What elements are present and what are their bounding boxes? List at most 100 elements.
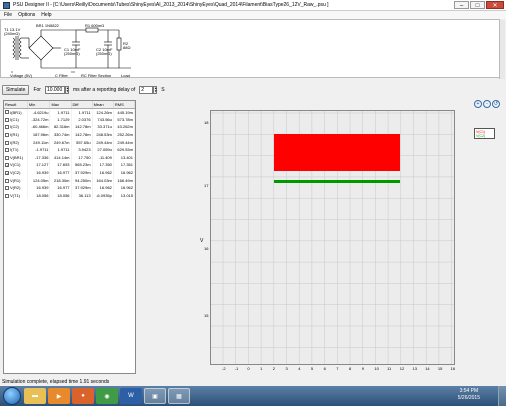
delay-spinner[interactable]: ▲ ▼ <box>153 86 158 94</box>
result-name-cell[interactable]: I(T1) <box>4 145 28 154</box>
result-checkbox[interactable] <box>5 155 9 160</box>
result-mean-cell: 17.350 <box>92 161 114 169</box>
series-vc1 <box>274 134 400 171</box>
chrome-icon[interactable]: ◉ <box>96 388 118 404</box>
result-diff-cell: 36.113 <box>71 191 93 200</box>
table-row[interactable]: I(C2) -60.466m 82.316m 142.78m 33.371u 43.262… <box>4 123 136 131</box>
result-checkbox[interactable] <box>5 148 9 153</box>
table-row[interactable]: V(R2) 16.939 16.977 37.929m 16.962 16.962 <box>4 183 136 192</box>
result-max-cell: 18.056 <box>49 191 72 200</box>
minimize-button[interactable]: – <box>454 1 469 9</box>
x-tick-label: 10 <box>374 366 379 371</box>
result-name-cell[interactable]: I(C1) <box>4 115 28 124</box>
explorer-folder-icon[interactable]: ▬ <box>24 388 46 404</box>
table-row[interactable]: V(BR1) -17.336 414.14m 17.750 -11.409 13.401 <box>4 153 136 162</box>
r1-label: R1 600mΩ <box>85 23 105 28</box>
firefox-icon[interactable]: ● <box>72 388 94 404</box>
result-diff-cell: 17.750 <box>71 153 93 162</box>
schematic-scrollbar[interactable] <box>499 20 505 79</box>
media-player-icon[interactable]: ▶ <box>48 388 70 404</box>
section-load: Load <box>121 73 130 78</box>
result-rms-cell: 629.53m <box>113 145 136 154</box>
result-rms-cell: 13.015 <box>113 191 136 200</box>
col-result[interactable]: Result <box>4 101 28 109</box>
simulate-button[interactable]: Simulate <box>2 85 30 95</box>
result-checkbox[interactable]: ✓ <box>5 163 9 168</box>
result-mean-cell: 27.059u <box>92 145 114 154</box>
zoom-in-icon[interactable]: + <box>474 100 482 108</box>
table-row[interactable]: I(C1) -324.72m 1.7129 2.0376 743.56u 573.78m <box>4 115 136 124</box>
result-min-cell: -4.6219u <box>27 108 51 116</box>
word-icon[interactable]: W <box>120 388 142 404</box>
maximize-button[interactable]: □ <box>470 1 485 9</box>
table-row[interactable]: V(T1) 18.056 18.056 36.113 -6.0935p 13.015 <box>4 191 136 200</box>
delay-input[interactable] <box>139 86 154 94</box>
table-row[interactable]: I(R2) 249.11m 249.67m 557.65u 249.44m 249.44m <box>4 138 136 146</box>
result-checkbox[interactable] <box>5 110 9 115</box>
clock[interactable]: 3:54 PM 5/26/2015 <box>458 388 480 402</box>
zoom-reset-icon[interactable]: ↺ <box>492 100 500 108</box>
show-desktop-button[interactable] <box>498 386 506 406</box>
y-tick-label: 18 <box>204 120 209 125</box>
col-max[interactable]: Max <box>49 101 72 109</box>
menu-help[interactable]: Help <box>41 12 51 18</box>
close-button[interactable]: ✕ <box>486 1 504 9</box>
result-name-cell[interactable]: I(R2) <box>4 138 28 146</box>
result-max-cell: 1.7129 <box>49 115 72 124</box>
result-name: I(BR1) <box>10 109 22 115</box>
result-name: V(T1) <box>10 192 20 198</box>
table-row[interactable]: ✓V(C1) 17.127 17.693 565.23m 17.350 17.351 <box>4 161 136 169</box>
col-min[interactable]: Min <box>27 101 51 109</box>
plot-area[interactable] <box>210 110 455 365</box>
table-row[interactable]: I(T1) -1.9711 1.9711 3.9423 27.059u 629.53m <box>4 145 136 154</box>
c2-esr: (250mΩ) <box>96 51 112 56</box>
result-checkbox[interactable]: ✓ <box>5 170 9 175</box>
results-table-panel: Result Min Max Diff Mean RMS I(BR1) -4.62… <box>3 100 136 374</box>
col-diff[interactable]: Diff <box>71 101 93 109</box>
result-rms-cell: 16.962 <box>113 168 136 177</box>
result-name-cell[interactable]: V(BR1) <box>4 153 28 162</box>
table-row[interactable]: ✓V(C2) 16.939 16.977 37.929m 16.962 16.962 <box>4 168 136 177</box>
schematic-panel[interactable]: T1 13.1V (240mΩ) BR1 1N5822 R1 600mΩ C1 … <box>0 19 505 79</box>
result-name-cell[interactable]: ✓V(C1) <box>4 161 28 169</box>
result-mean-cell: 743.56u <box>92 115 114 124</box>
result-name-cell[interactable]: I(R1) <box>4 130 28 139</box>
result-checkbox[interactable] <box>5 125 9 130</box>
result-name-cell[interactable]: I(C2) <box>4 123 28 131</box>
result-min-cell: 16.939 <box>27 168 51 177</box>
zoom-out-icon[interactable]: - <box>483 100 491 108</box>
result-diff-cell: 142.78m <box>71 130 93 139</box>
result-name-cell[interactable]: V(T1) <box>4 191 28 200</box>
results-table: Result Min Max Diff Mean RMS I(BR1) -4.62… <box>4 101 136 200</box>
menu-options[interactable]: Options <box>18 12 35 18</box>
x-tick-label: 4 <box>298 366 301 371</box>
result-checkbox[interactable] <box>5 133 9 138</box>
col-rms[interactable]: RMS <box>113 101 136 109</box>
psu-designer-task-icon[interactable]: ▦ <box>168 388 190 404</box>
col-mean[interactable]: Mean <box>92 101 114 109</box>
start-button[interactable] <box>3 387 21 405</box>
result-name-cell[interactable]: V(R1) <box>4 176 28 184</box>
app-icon-task[interactable]: ▣ <box>144 388 166 404</box>
seconds-label: S <box>161 87 165 93</box>
result-checkbox[interactable] <box>5 117 9 122</box>
table-row[interactable]: V(R1) 124.05m 218.30m 94.250m 164.03m 166.49m <box>4 176 136 184</box>
menu-file[interactable]: File <box>4 12 12 18</box>
result-diff-cell: 142.78m <box>71 123 93 131</box>
result-checkbox[interactable] <box>5 186 9 191</box>
table-row[interactable]: I(R1) 187.96m 330.74m 142.78m 248.53m 252.26m <box>4 130 136 139</box>
result-checkbox[interactable] <box>5 140 9 145</box>
result-name-cell[interactable]: I(BR1) <box>4 108 28 116</box>
table-row[interactable]: I(BR1) -4.6219u 1.9711 1.9711 124.26m 445.19m <box>4 108 136 116</box>
x-tick-label: 9 <box>361 366 364 371</box>
result-name-cell[interactable]: ✓V(C2) <box>4 168 28 177</box>
result-checkbox[interactable] <box>5 193 9 198</box>
x-tick-label: 15 <box>437 366 443 371</box>
result-name-cell[interactable]: V(R2) <box>4 183 28 192</box>
result-rms-cell: 17.351 <box>113 161 136 169</box>
section-voltage: Voltage (5V) <box>10 73 33 78</box>
duration-spinner[interactable]: ▲ ▼ <box>64 86 69 94</box>
result-checkbox[interactable] <box>5 178 9 183</box>
duration-input[interactable] <box>44 86 65 94</box>
result-min-cell: -324.72m <box>27 115 51 124</box>
